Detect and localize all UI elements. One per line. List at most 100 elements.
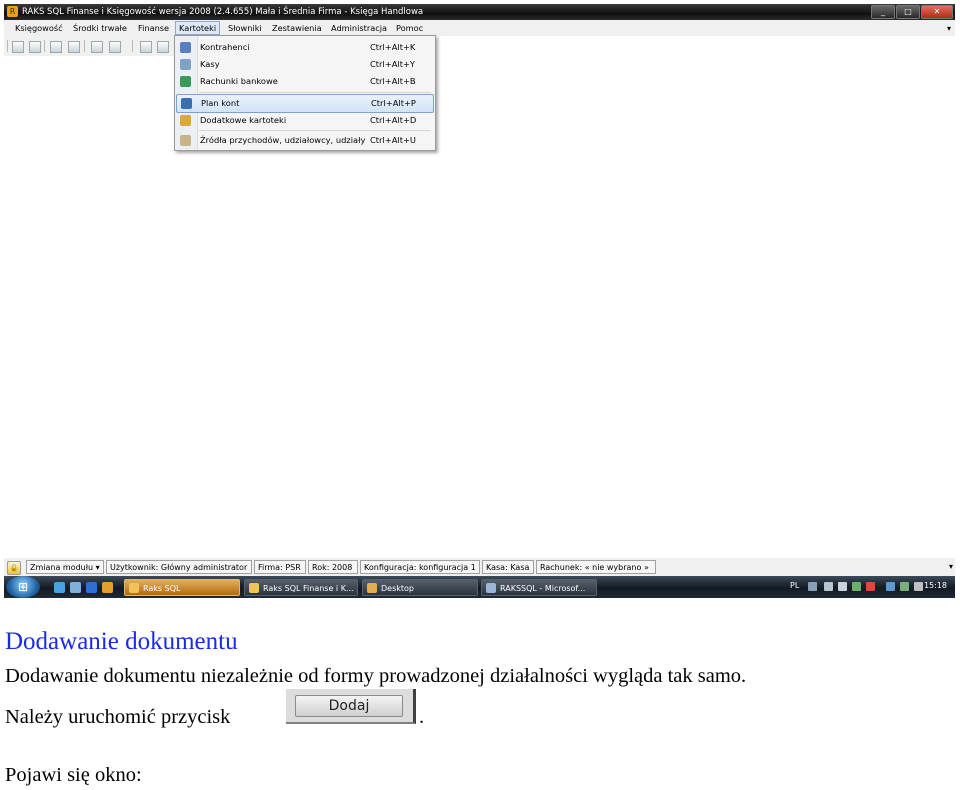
paragraph-window-appears: Pojawi się okno: [5,764,142,786]
menu-item-label: Dodatkowe kartoteki [200,115,287,125]
minimize-button[interactable]: _ [871,5,895,19]
start-button[interactable]: ⊞ [6,576,40,598]
status-account[interactable]: Rachunek: « nie wybrano » [536,560,656,574]
menu-separator [199,92,431,93]
module-switch-button[interactable]: Zmiana modułu ▾ [26,560,104,574]
toolbar-icon-8[interactable] [157,41,169,53]
window-controls: _ □ ✕ [871,5,953,19]
menu-item-label: Rachunki bankowe [200,76,278,86]
chevron-down-icon[interactable]: ▾ [949,562,953,571]
network-status-icon[interactable] [886,582,895,591]
lock-icon[interactable]: 🔒 [7,561,21,575]
quicklaunch-app-icon[interactable] [102,582,113,593]
menu-item-shortcut: Ctrl+Alt+B [370,76,416,86]
toolbar-icon-4[interactable] [68,41,80,53]
menu-administracja[interactable]: Administracja [328,22,390,34]
chart-of-accounts-icon [181,98,192,109]
menu-item-shortcut: Ctrl+Alt+K [370,42,416,52]
menu-bar: Księgowość Środki trwałe Finanse Kartote… [4,20,955,36]
window-title: RAKS SQL Finanse i Księgowość wersja 200… [22,7,424,17]
arrow-icon[interactable] [824,582,833,591]
folder-icon [367,583,377,593]
sentence-period: . [419,706,425,728]
menu-overflow-arrow-icon[interactable]: ▾ [947,24,951,33]
menu-finanse[interactable]: Finanse [135,22,172,34]
cashbox-icon [180,59,191,70]
dodaj-button-image: Dodaj [286,689,416,724]
menu-item-shortcut: Ctrl+Alt+D [370,115,417,125]
status-cash[interactable]: Kasa: Kasa [482,560,534,574]
menu-slowniki[interactable]: Słowniki [225,22,265,34]
taskbar-button-desktop[interactable]: Desktop [362,579,478,596]
dodaj-button[interactable]: Dodaj [295,695,403,717]
show-desktop-icon[interactable] [54,582,65,593]
security-icon[interactable] [866,582,875,591]
status-company[interactable]: Firma: PSR [254,560,306,574]
menu-item-label: Plan kont [201,98,240,108]
menu-zestawienia[interactable]: Zestawienia [269,22,325,34]
task-label: RAKSSQL - Microsof... [500,584,586,593]
menu-item-plan-kont[interactable]: Plan kont Ctrl+Alt+P [176,94,434,113]
menu-pomoc[interactable]: Pomoc [393,22,426,34]
section-heading: Dodawanie dokumentu [5,628,238,655]
close-button[interactable]: ✕ [921,5,953,19]
toolbar-icon-3[interactable] [50,41,62,53]
menu-ksiegowosc[interactable]: Księgowość [12,22,66,34]
taskbar: ⊞ Raks SQL Raks SQL Finanse i K... Deskt… [4,576,955,598]
document-icon [486,583,496,593]
task-label: Desktop [381,584,414,593]
menu-item-dodatkowe-kartoteki[interactable]: Dodatkowe kartoteki Ctrl+Alt+D [176,112,432,129]
tray-icon[interactable] [900,582,909,591]
menu-item-label: Źródła przychodów, udziałowcy, udziały [200,135,366,145]
status-year[interactable]: Rok: 2008 [308,560,358,574]
contacts-icon [180,42,191,53]
toolbar-icon-2[interactable] [29,41,41,53]
toolbar-separator [44,40,45,52]
menu-separator [199,130,431,131]
toolbar-icon-1[interactable] [12,41,24,53]
switch-windows-icon[interactable] [70,582,81,593]
status-config[interactable]: Konfiguracja: konfiguracja 1 [360,560,480,574]
taskbar-button-raks-sql[interactable]: Raks SQL [124,579,240,596]
language-indicator[interactable]: PL [790,581,799,590]
menu-srodki-trwale[interactable]: Środki trwałe [70,22,130,34]
status-user[interactable]: Użytkownik: Główny administrator [106,560,252,574]
title-bar: R RAKS SQL Finanse i Księgowość wersja 2… [4,4,955,20]
raks-app-icon [129,583,139,593]
toolbar-icon-7[interactable] [140,41,152,53]
taskbar-button-word[interactable]: RAKSSQL - Microsof... [481,579,597,596]
folder-icon [180,115,191,126]
network-icon[interactable] [838,582,847,591]
toolbar-separator [84,40,85,52]
menu-item-shortcut: Ctrl+Alt+U [370,135,416,145]
paragraph-intro: Dodawanie dokumentu niezależnie od formy… [5,665,747,687]
status-module-label: Zmiana modułu [30,563,94,572]
toolbar-icon-6[interactable] [109,41,121,53]
menu-item-rachunki-bankowe[interactable]: Rachunki bankowe Ctrl+Alt+B [176,73,432,90]
task-label: Raks SQL [143,584,181,593]
kartoteki-dropdown-menu: Kontrahenci Ctrl+Alt+K Kasy Ctrl+Alt+Y R… [174,35,436,151]
menu-item-shortcut: Ctrl+Alt+P [371,98,416,108]
status-bar: 🔒 Zmiana modułu ▾ Użytkownik: Główny adm… [4,558,955,576]
volume-icon[interactable] [914,582,923,591]
system-tray: PL 15:18 [786,576,955,598]
keyboard-icon[interactable] [808,582,817,591]
paragraph-instruction: Należy uruchomić przycisk [5,706,231,728]
menu-kartoteki[interactable]: Kartoteki [175,21,221,35]
internet-explorer-icon[interactable] [86,582,97,593]
document-section: Dodawanie dokumentu Dodawanie dokumentu … [0,600,960,790]
maximize-button[interactable]: □ [896,5,920,19]
income-sources-icon [180,135,191,146]
app-tray-icon[interactable] [852,582,861,591]
menu-item-label: Kasy [200,59,220,69]
bank-icon [180,76,191,87]
toolbar-icon-5[interactable] [91,41,103,53]
clock[interactable]: 15:18 [924,581,947,590]
menu-item-label: Kontrahenci [200,42,250,52]
menu-item-kontrahenci[interactable]: Kontrahenci Ctrl+Alt+K [176,39,432,56]
menu-item-zrodla-przychodow[interactable]: Źródła przychodów, udziałowcy, udziały C… [176,132,432,149]
menu-item-kasy[interactable]: Kasy Ctrl+Alt+Y [176,56,432,73]
taskbar-button-raks-finanse[interactable]: Raks SQL Finanse i K... [244,579,358,596]
toolbar-separator [132,40,133,52]
toolbar-separator [7,40,8,52]
